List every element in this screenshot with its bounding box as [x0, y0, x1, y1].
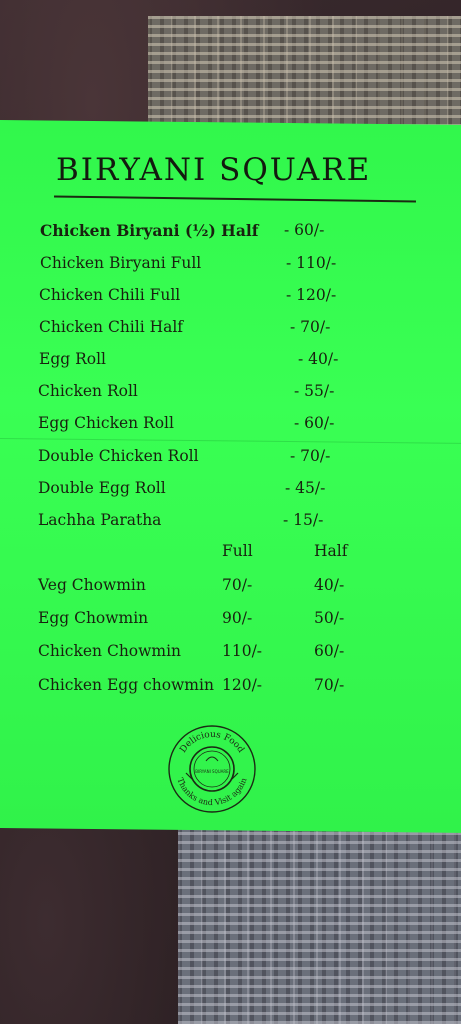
placemat-top	[148, 16, 461, 136]
chowmin-row: Egg Chowmin 90/- 50/-	[0, 609, 461, 635]
item-name: Lachha Paratha	[38, 511, 162, 529]
svg-text:Thanks and Visit again: Thanks and Visit again	[175, 777, 248, 807]
seal-center-text: BIRYANI SQUARE	[195, 769, 229, 774]
item-name: Chicken Chili Full	[39, 286, 181, 304]
item-price: - 45/-	[285, 479, 326, 497]
item-price-half: 50/-	[314, 609, 345, 627]
item-price-half: 40/-	[314, 576, 345, 594]
item-price-full: 110/-	[222, 642, 263, 660]
item-name: Chicken Biryani Full	[40, 254, 202, 272]
item-name: Double Egg Roll	[38, 479, 166, 497]
item-price-half: 70/-	[314, 676, 345, 694]
menu-item: Chicken Biryani (½) Half - 60/-	[0, 221, 461, 247]
menu-item: Chicken Chili Half - 70/-	[0, 318, 461, 344]
item-price: - 40/-	[298, 350, 339, 368]
menu-item: Egg Roll - 40/-	[0, 350, 461, 376]
chef-hat-icon	[205, 756, 219, 762]
chowmin-row: Veg Chowmin 70/- 40/-	[0, 576, 461, 602]
chowmin-row: Chicken Chowmin 110/- 60/-	[0, 642, 461, 668]
menu-item: Lachha Paratha - 15/-	[0, 511, 461, 537]
item-price-full: 90/-	[222, 609, 253, 627]
item-price-half: 60/-	[314, 642, 345, 660]
menu-item: Double Chicken Roll - 70/-	[0, 447, 461, 473]
item-name: Chicken Biryani (½) Half	[40, 221, 259, 240]
item-price: - 15/-	[283, 511, 324, 529]
menu-item: Chicken Biryani Full - 110/-	[0, 254, 461, 280]
menu-item: Chicken Roll - 55/-	[0, 382, 461, 408]
item-price: - 120/-	[286, 286, 337, 304]
item-name: Chicken Egg chowmin	[38, 676, 214, 694]
item-price: - 60/-	[294, 414, 335, 432]
chowmin-row: Chicken Egg chowmin 120/- 70/-	[0, 676, 461, 702]
column-header-half: Half	[314, 542, 348, 560]
restaurant-seal: Delicious Food Thanks and Visit again BI…	[166, 723, 258, 815]
item-name: Egg Roll	[39, 350, 107, 368]
menu-item: Double Egg Roll - 45/-	[0, 479, 461, 505]
menu-item: Egg Chicken Roll - 60/-	[0, 414, 461, 440]
item-price: - 110/-	[286, 254, 337, 272]
item-name: Chicken Chili Half	[39, 318, 184, 336]
chowmin-header: Full Half	[0, 542, 461, 568]
item-name: Chicken Roll	[38, 382, 138, 400]
placemat-bottom	[178, 818, 461, 1024]
menu-item: Chicken Chili Full - 120/-	[0, 286, 461, 312]
item-price-full: 120/-	[222, 676, 263, 694]
item-name: Egg Chicken Roll	[38, 414, 174, 432]
item-name: Egg Chowmin	[38, 609, 149, 627]
item-price: - 55/-	[294, 382, 335, 400]
item-price-full: 70/-	[222, 576, 253, 594]
item-name: Veg Chowmin	[38, 576, 146, 594]
item-price: - 60/-	[284, 221, 325, 239]
item-name: Chicken Chowmin	[38, 642, 182, 660]
menu-title: BIRYANI SQUARE	[56, 152, 372, 188]
item-price: - 70/-	[290, 447, 331, 465]
item-name: Double Chicken Roll	[38, 447, 199, 465]
seal-bottom-text: Thanks and Visit again	[175, 777, 248, 807]
item-price: - 70/-	[290, 318, 331, 336]
column-header-full: Full	[222, 542, 253, 560]
